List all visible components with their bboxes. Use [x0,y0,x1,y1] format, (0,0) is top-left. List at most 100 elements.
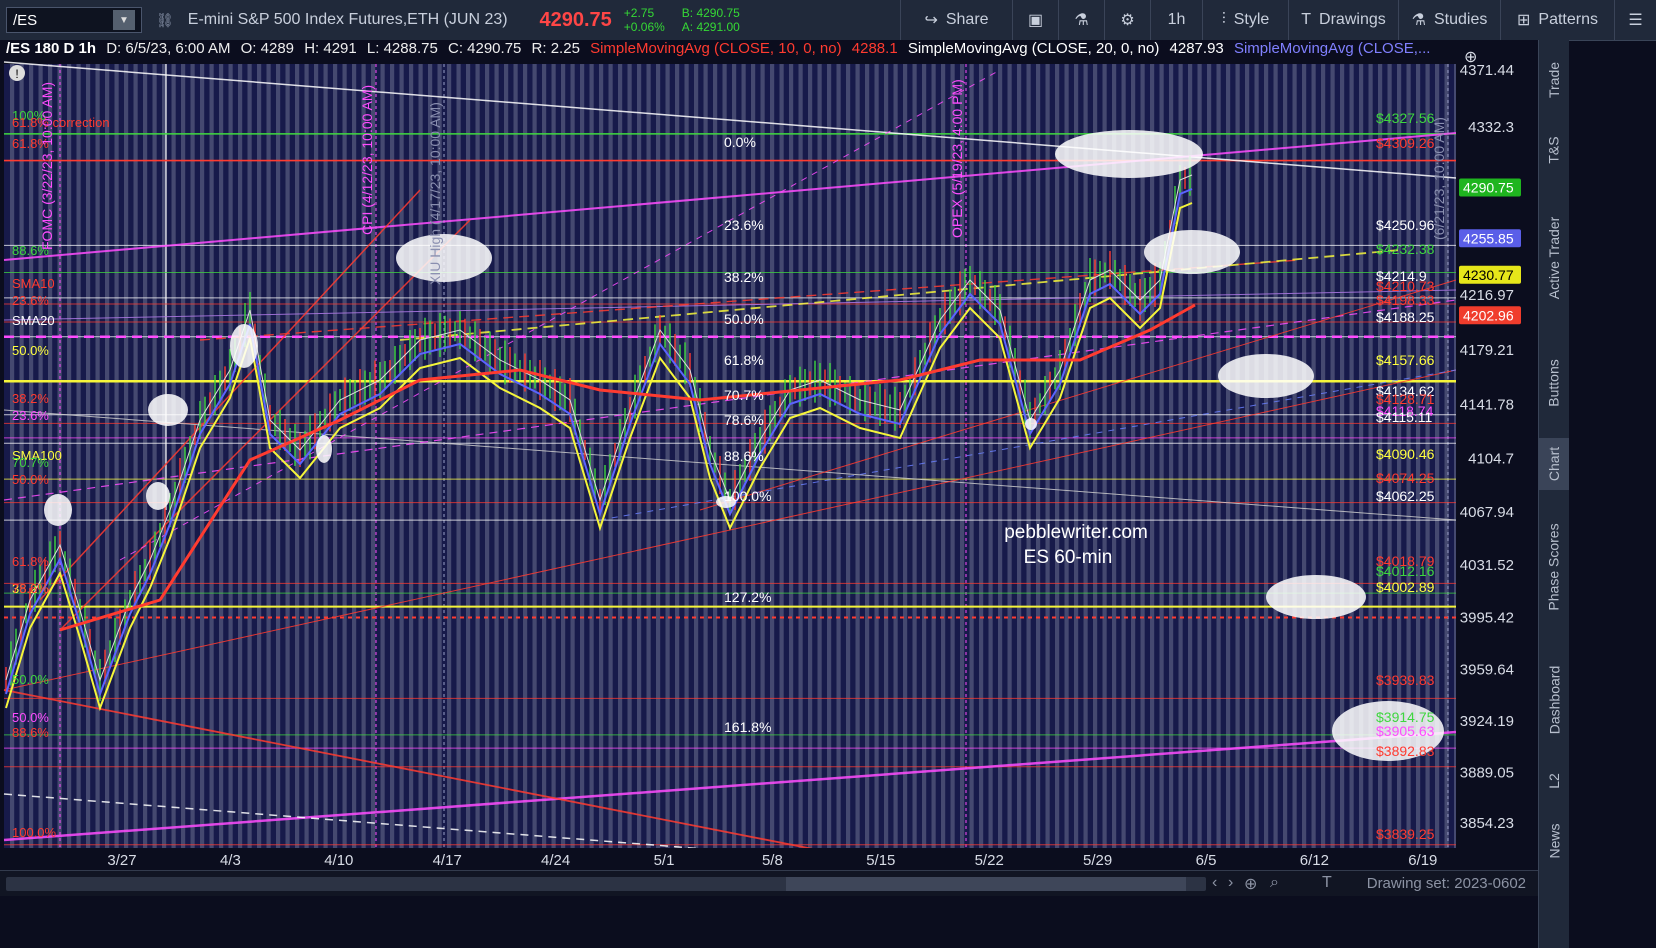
bar-open: O: 4289 [240,40,295,57]
session-stripe [1017,64,1022,848]
right-tab-label: T&S [1545,136,1562,164]
right-tab-active-trader[interactable]: Active Trader [1539,188,1569,328]
y-axis-label: 4067.94 [1460,504,1514,521]
highlight-oval [316,435,332,463]
scroll-right-icon[interactable]: › [1228,874,1233,892]
symbol-input[interactable]: /ES ▼ [6,7,142,33]
sma10-value: 4288.1 [851,40,898,57]
price-badge-label: 4290.75 [1463,179,1514,195]
bottom-bar: ‹ › ⊕ ⌕ T Drawing set: 2023-0602 [0,870,1538,897]
session-stripe [1045,64,1050,848]
gear-icon: ⚙ [1120,12,1135,29]
watermark-line: ES 60-min [1024,547,1113,568]
style-button[interactable]: ⫶ Style [1202,0,1288,40]
sma20-label[interactable]: SimpleMovingAvg (CLOSE, 20, 0, no) [908,40,1160,57]
x-axis-label: 5/29 [1083,852,1112,869]
chevron-down-icon[interactable]: ▼ [113,10,135,30]
session-stripe [665,64,670,848]
right-level-label: $3939.83 [1376,672,1435,688]
left-level-label: 50.0% [12,672,49,687]
session-stripe [1102,64,1107,848]
drawings-button[interactable]: T Drawings [1288,0,1398,40]
zoom-icon[interactable]: ⌕ [1270,874,1279,892]
y-axis-label: 3924.19 [1460,713,1514,730]
right-level-label: $3892.83 [1376,743,1435,759]
drawings-icon: T [1301,11,1312,28]
y-axis-label: 4104.7 [1468,450,1514,467]
price-badge-label: 4202.96 [1463,307,1514,323]
session-stripe [285,64,290,848]
right-tab-phase-scores[interactable]: Phase Scores [1539,496,1569,638]
interval-button[interactable]: 1h [1150,0,1202,40]
price-chart[interactable]: 100%61.8% correction61.8%88.6%SMA1023.6%… [0,40,1538,870]
left-level-label: 61.8% correction [12,115,110,130]
right-level-label: $3839.25 [1376,826,1435,842]
x-axis-label: 3/27 [107,852,136,869]
patterns-button[interactable]: ⊞ Patterns [1500,0,1614,40]
right-tab-buttons[interactable]: Buttons [1539,335,1569,431]
x-axis-label: 5/1 [654,852,675,869]
right-tab-chart[interactable]: Chart [1539,438,1569,490]
studies-label: Studies [1433,11,1488,28]
drawing-tool-icon[interactable]: T [1322,874,1332,892]
x-axis-label: 6/5 [1196,852,1217,869]
crosshair-icon[interactable]: ⊕ [1244,874,1257,894]
x-axis-label: 5/15 [866,852,895,869]
y-axis-label: 4216.97 [1460,287,1514,304]
right-tab-news[interactable]: News [1539,806,1569,876]
session-stripe [969,64,974,848]
flask-icon: ⚗ [1074,12,1089,29]
right-tab-t-s[interactable]: T&S [1539,118,1569,182]
session-stripe [684,64,689,848]
bid-value: B: 4290.75 [681,6,740,20]
session-stripe [817,64,822,848]
fib-label: 78.6% [724,412,764,428]
session-stripe [200,64,205,848]
session-stripe [1112,64,1117,848]
session-stripe [67,64,72,848]
fib-label: 23.6% [724,217,764,233]
bar-high: H: 4291 [304,40,357,57]
menu-button[interactable]: ☰ [1614,0,1656,40]
ask-value: A: 4291.00 [681,20,740,34]
session-stripe [466,64,471,848]
settings-button[interactable]: ⚙ [1104,0,1150,40]
interval-label: 1h [1167,11,1186,28]
scroll-left-icon[interactable]: ‹ [1212,874,1217,892]
right-tab-label: L2 [1545,773,1562,789]
sma10-label[interactable]: SimpleMovingAvg (CLOSE, 10, 0, no) [590,40,842,57]
fib-label: 100.0% [724,488,771,504]
session-stripe [76,64,81,848]
right-tab-dashboard[interactable]: Dashboard [1539,644,1569,756]
patterns-icon: ⊞ [1517,12,1531,29]
x-axis-label: 4/17 [433,852,462,869]
right-level-label: $4012.16 [1376,563,1435,579]
session-stripe [1159,64,1164,848]
session-stripe [1197,64,1202,848]
x-axis-label: 6/12 [1300,852,1329,869]
right-tab-trade[interactable]: Trade [1539,44,1569,116]
sma-more-label[interactable]: SimpleMovingAvg (CLOSE,... [1234,40,1430,57]
drawings-label: Drawings [1319,11,1386,28]
scrollbar-thumb[interactable] [786,877,1186,891]
horizontal-scrollbar[interactable] [6,877,1206,891]
studies-button[interactable]: ⚗ Studies [1398,0,1500,40]
highlight-oval [396,234,492,282]
session-stripe [1235,64,1240,848]
share-button[interactable]: ↪ Share [900,0,1012,40]
highlight-oval [1025,418,1037,430]
chart-title: /ES 180 D 1h [6,40,97,57]
session-stripe [846,64,851,848]
flask-button[interactable]: ⚗ [1058,0,1104,40]
change-value: +2.75 [623,6,655,20]
session-stripe [988,64,993,848]
snapshot-button[interactable]: ▣ [1012,0,1058,40]
session-stripe [827,64,832,848]
drawing-set-label[interactable]: Drawing set: 2023-0602 [1367,875,1526,892]
session-stripe [390,64,395,848]
link-icon[interactable]: ⛓ [156,12,174,29]
session-stripe [133,64,138,848]
session-stripe [114,64,119,848]
session-stripe [1207,64,1212,848]
right-tab-l2[interactable]: L2 [1539,762,1569,800]
